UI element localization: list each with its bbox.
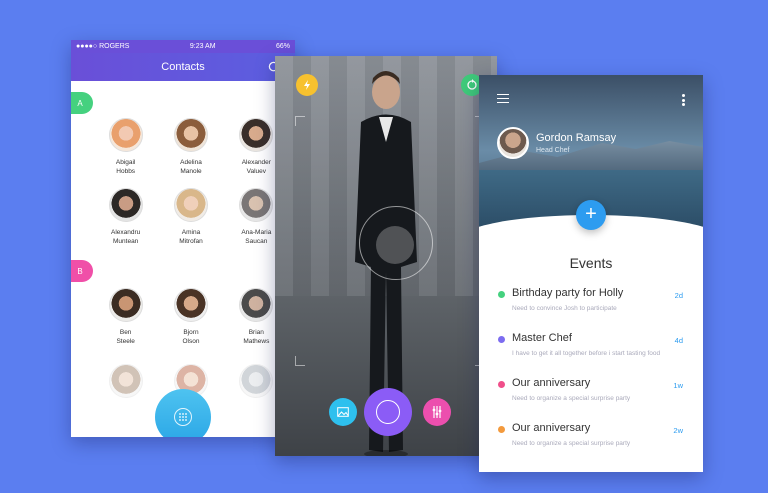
contacts-screen: ●●●●○ ROGERS 9:23 AM 66% Contacts A B Ab… <box>71 40 295 437</box>
avatar <box>108 288 143 322</box>
filters-button[interactable] <box>423 398 451 426</box>
avatar <box>108 364 143 398</box>
frame-corner <box>295 116 305 126</box>
event-description: I have to get it all together before i s… <box>512 350 661 357</box>
status-bar: ●●●●○ ROGERS 9:23 AM 66% <box>71 40 295 53</box>
contact-item[interactable]: Bjorn Olson <box>158 288 223 346</box>
contacts-grid-a: Abigail Hobbs Adelina Manole Alexander V… <box>93 118 289 246</box>
event-description: Need to convince Josh to participate <box>512 305 617 312</box>
avatar <box>173 118 208 152</box>
contact-name: Amina Mitrofan <box>179 229 203 245</box>
contact-name: Alexandru Muntean <box>111 229 141 245</box>
contact-name: Alexander Valuev <box>241 159 271 175</box>
user-role: Head Chef <box>536 147 570 154</box>
camera-controls <box>329 388 453 436</box>
clock: 9:23 AM <box>189 43 216 50</box>
event-time: 4d <box>674 336 683 345</box>
list-item[interactable]: Our anniversary Need to organize a speci… <box>479 422 703 467</box>
frame-corner <box>295 356 305 366</box>
avatar <box>239 288 274 322</box>
avatar <box>239 118 274 152</box>
contact-name: Abigail Hobbs <box>115 159 136 175</box>
contact-item[interactable]: Adelina Manole <box>158 118 223 176</box>
event-color-dot <box>498 381 505 388</box>
event-color-dot <box>498 336 505 343</box>
avatar <box>173 288 208 322</box>
avatar <box>239 188 274 222</box>
add-event-button[interactable]: + <box>576 200 606 230</box>
event-description: Need to organize a special surprise part… <box>512 395 631 402</box>
more-options-icon[interactable] <box>682 94 685 106</box>
contact-item[interactable]: Ben Steele <box>93 288 158 346</box>
rotate-camera-icon <box>467 79 477 90</box>
user-name: Gordon Ramsay <box>536 132 617 144</box>
events-heading: Events <box>569 255 613 271</box>
avatar <box>108 118 143 152</box>
list-item[interactable]: Birthday party for Holly Need to convinc… <box>479 287 703 332</box>
battery-label: 66% <box>275 43 290 50</box>
flash-button[interactable] <box>296 74 318 96</box>
event-time: 1w <box>673 381 683 390</box>
event-color-dot <box>498 426 505 433</box>
camera-screen <box>275 56 497 456</box>
contact-item[interactable]: Alexandru Muntean <box>93 188 158 246</box>
contact-name: Ana-Maria Saucan <box>241 229 272 245</box>
grid-menu-button[interactable] <box>125 389 241 437</box>
avatar <box>108 188 143 222</box>
event-time: 2d <box>674 291 683 300</box>
shutter-button[interactable] <box>364 388 412 436</box>
plus-icon: + <box>585 203 597 225</box>
contact-name: Bjorn Olson <box>182 329 200 345</box>
contacts-header: Contacts <box>71 53 295 81</box>
event-description: Need to organize a special surprise part… <box>512 440 631 447</box>
contact-item[interactable] <box>93 364 158 398</box>
flash-icon <box>304 80 310 90</box>
page-title: Contacts <box>161 61 205 73</box>
focus-point <box>376 226 414 264</box>
carrier-label: ●●●●○ ROGERS <box>76 43 130 50</box>
contact-name: Ben Steele <box>116 329 135 345</box>
contacts-grid-b: Ben Steele Bjorn Olson Brian Mathews <box>93 288 289 346</box>
filters-icon <box>432 406 442 418</box>
avatar <box>173 188 208 222</box>
gallery-button[interactable] <box>329 398 357 426</box>
list-item[interactable]: Master Chef I have to get it all togethe… <box>479 332 703 377</box>
event-color-dot <box>498 291 505 298</box>
section-tab-a[interactable]: A <box>71 92 93 114</box>
contact-item[interactable]: Amina Mitrofan <box>158 188 223 246</box>
contact-item[interactable]: Abigail Hobbs <box>93 118 158 176</box>
events-screen: Gordon Ramsay Head Chef + Events Birthda… <box>479 75 703 472</box>
hamburger-menu-icon[interactable] <box>497 94 509 103</box>
gallery-icon <box>337 407 349 417</box>
section-tab-b[interactable]: B <box>71 260 93 282</box>
avatar <box>239 364 274 398</box>
avatar[interactable] <box>497 127 529 159</box>
events-list: Birthday party for Holly Need to convinc… <box>479 287 703 467</box>
contact-name: Adelina Manole <box>180 159 202 175</box>
shutter-ring-icon <box>376 400 400 424</box>
list-item[interactable]: Our anniversary Need to organize a speci… <box>479 377 703 422</box>
apps-grid-icon <box>174 408 192 426</box>
event-time: 2w <box>673 426 683 435</box>
contact-name: Brian Mathews <box>243 329 270 345</box>
